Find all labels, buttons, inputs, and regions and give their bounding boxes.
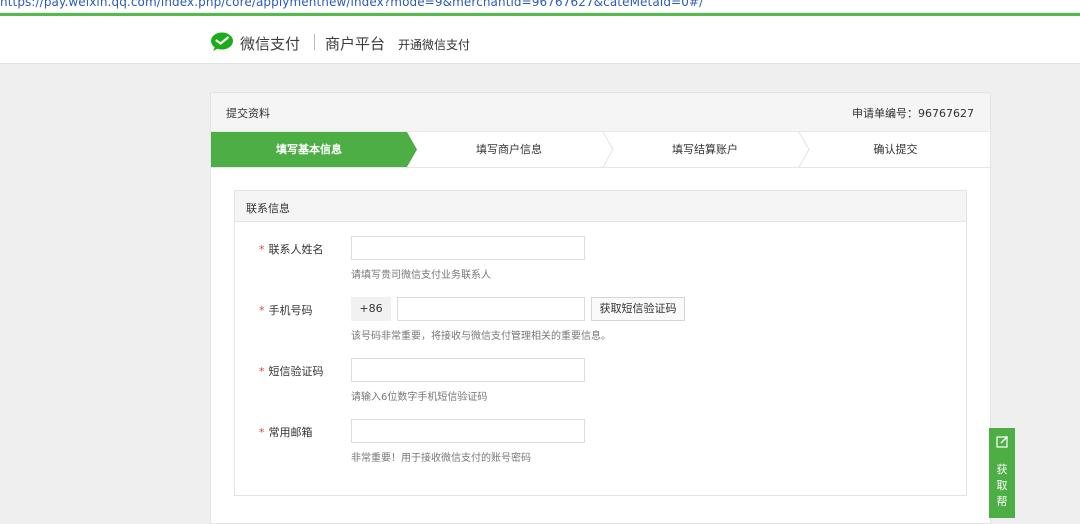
email-hint: 非常重要！用于接收微信支付的账号密码 (351, 453, 531, 464)
contact-name-label: * 联系人姓名 (259, 241, 324, 257)
section-header: 联系信息 (235, 191, 966, 222)
brand-name[interactable]: 微信支付 (240, 33, 300, 54)
progress-steps: 填写基本信息 填写商户信息 填写结算账户 确认提交 (211, 132, 990, 168)
site-header: 微信支付 商户平台 开通微信支付 (0, 16, 1080, 64)
get-sms-code-button[interactable]: 获取短信验证码 (591, 297, 685, 321)
required-mark: * (259, 426, 265, 439)
section-title: 联系信息 (246, 202, 290, 215)
sms-code-hint: 请输入6位数字手机短信验证码 (351, 392, 488, 403)
email-input[interactable] (351, 419, 585, 443)
header-divider (314, 34, 315, 50)
sms-code-label: * 短信验证码 (259, 363, 324, 379)
help-label: 获取帮 (996, 463, 1008, 508)
phone-label: * 手机号码 (259, 302, 313, 318)
application-card: 提交资料 申请单编号：96767627 填写基本信息 填写商户信息 填写结算账户… (210, 92, 991, 524)
required-mark: * (259, 304, 265, 317)
application-number: 申请单编号：96767627 (852, 107, 974, 120)
phone-hint: 该号码非常重要，将接收与微信支付管理相关的重要信息。 (351, 331, 611, 342)
step-basic-info: 填写基本信息 (276, 143, 342, 156)
contact-info-section: 联系信息 * 联系人姓名 请填写贵司微信支付业务联系人 * 手机号码 +86 获取短… (234, 190, 967, 496)
card-header: 提交资料 申请单编号：96767627 (211, 93, 990, 132)
step-settlement-account: 填写结算账户 (672, 143, 738, 156)
page-subtitle: 开通微信支付 (398, 38, 471, 52)
edit-icon (996, 436, 1008, 448)
email-label-text: 常用邮箱 (268, 426, 313, 439)
required-mark: * (259, 243, 265, 256)
browser-url-bar[interactable]: https://pay.weixin.qq.com/index.php/core… (0, 0, 1080, 12)
url-text: https://pay.weixin.qq.com/index.php/core… (0, 0, 704, 9)
wechat-pay-logo-icon[interactable] (210, 32, 234, 52)
sms-code-input[interactable] (351, 358, 585, 382)
contact-name-hint: 请填写贵司微信支付业务联系人 (351, 270, 491, 281)
email-label: * 常用邮箱 (259, 424, 313, 440)
phone-country-code: +86 (351, 297, 391, 321)
help-tab[interactable]: 获取帮 (989, 428, 1015, 518)
platform-name: 商户平台 (325, 35, 386, 53)
step-merchant-info: 填写商户信息 (476, 143, 542, 156)
phone-label-text: 手机号码 (268, 304, 313, 317)
sms-code-label-text: 短信验证码 (268, 365, 324, 378)
card-title: 提交资料 (226, 107, 270, 120)
required-mark: * (259, 365, 265, 378)
contact-name-input[interactable] (351, 236, 585, 260)
step-confirm-submit: 确认提交 (873, 143, 918, 156)
contact-name-label-text: 联系人姓名 (268, 243, 324, 256)
phone-input[interactable] (397, 297, 585, 321)
